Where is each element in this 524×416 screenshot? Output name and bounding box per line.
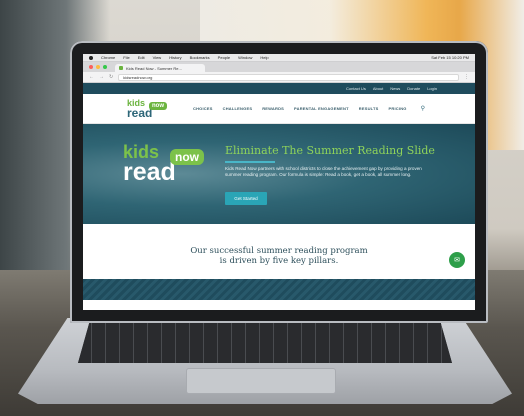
nav-link-challenges[interactable]: CHALLENGES xyxy=(223,106,253,111)
search-icon[interactable]: ⚲ xyxy=(421,105,425,112)
nav-link-results[interactable]: RESULTS xyxy=(359,106,379,111)
back-icon[interactable]: ← xyxy=(89,74,94,80)
menu-item[interactable]: Bookmarks xyxy=(190,55,210,60)
pillars-section: Our successful summer reading program is… xyxy=(83,224,475,279)
hero-logo: kids read now xyxy=(123,142,204,192)
pillars-heading-line2: is driven by five key pillars. xyxy=(219,256,339,266)
menu-item[interactable]: History xyxy=(169,55,181,60)
topbar-link-about[interactable]: About xyxy=(373,86,383,91)
topbar-link-news[interactable]: News xyxy=(390,86,400,91)
topbar-link-login[interactable]: Login xyxy=(427,86,437,91)
close-window-icon[interactable] xyxy=(89,65,93,69)
hero-description: Kids Read Now partners with school distr… xyxy=(225,166,422,177)
maximize-window-icon[interactable] xyxy=(103,65,107,69)
topbar-link-contact[interactable]: Contact Us xyxy=(346,86,366,91)
apple-icon[interactable] xyxy=(89,55,93,60)
topbar-link-donate[interactable]: Donate xyxy=(407,86,420,91)
browser-menu-icon[interactable]: ⋮ xyxy=(464,74,469,80)
reload-icon[interactable]: ↻ xyxy=(109,74,113,80)
menu-item[interactable]: Window xyxy=(238,55,252,60)
tab-title: Kids Read Now - Summer Re... xyxy=(126,65,182,71)
nav-link-choices[interactable]: CHOICES xyxy=(193,106,213,111)
chat-icon[interactable]: ✉ xyxy=(449,252,465,268)
mac-menubar: Chrome File Edit View History Bookmarks … xyxy=(83,54,475,62)
menubar-status: Sat Feb 15 10:20 PM xyxy=(431,55,469,60)
browser-addressbar: ← → ↻ kidsreadnow.org ⋮ xyxy=(83,72,475,83)
hero-section: kids read now Eliminate The Summer Readi… xyxy=(83,124,475,224)
browser-tabbar: Kids Read Now - Summer Re... xyxy=(83,62,475,72)
laptop-touchpad xyxy=(186,368,336,394)
menu-item[interactable]: People xyxy=(218,55,230,60)
minimize-window-icon[interactable] xyxy=(96,65,100,69)
site-main-nav: kids read now CHOICES CHALLENGES REWARDS… xyxy=(83,94,475,124)
nav-link-rewards[interactable]: REWARDS xyxy=(262,106,284,111)
site-logo[interactable]: kids read now xyxy=(127,98,171,120)
footer-stripe xyxy=(83,279,475,300)
favicon-icon xyxy=(119,66,123,70)
menu-item[interactable]: File xyxy=(123,55,129,60)
laptop-keyboard xyxy=(78,323,452,363)
get-started-button[interactable]: Get Started xyxy=(225,192,267,205)
url-text: kidsreadnow.org xyxy=(123,74,153,80)
hero-title: Eliminate The Summer Reading Slide xyxy=(225,144,435,157)
menu-item[interactable]: Chrome xyxy=(101,55,115,60)
browser-tab[interactable]: Kids Read Now - Summer Re... xyxy=(115,64,205,72)
hero-divider xyxy=(225,161,275,163)
forward-icon[interactable]: → xyxy=(99,74,104,80)
menu-item[interactable]: Help xyxy=(260,55,268,60)
laptop-screen: Chrome File Edit View History Bookmarks … xyxy=(83,54,475,310)
pillars-heading-line1: Our successful summer reading program xyxy=(190,246,368,256)
site-utility-nav: Contact Us About News Donate Login xyxy=(83,83,475,94)
nav-link-parental-engagement[interactable]: PARENTAL ENGAGEMENT xyxy=(294,106,349,111)
nav-link-pricing[interactable]: PRICING xyxy=(389,106,407,111)
url-input[interactable]: kidsreadnow.org xyxy=(118,73,459,81)
menu-item[interactable]: View xyxy=(153,55,162,60)
menu-item[interactable]: Edit xyxy=(138,55,145,60)
